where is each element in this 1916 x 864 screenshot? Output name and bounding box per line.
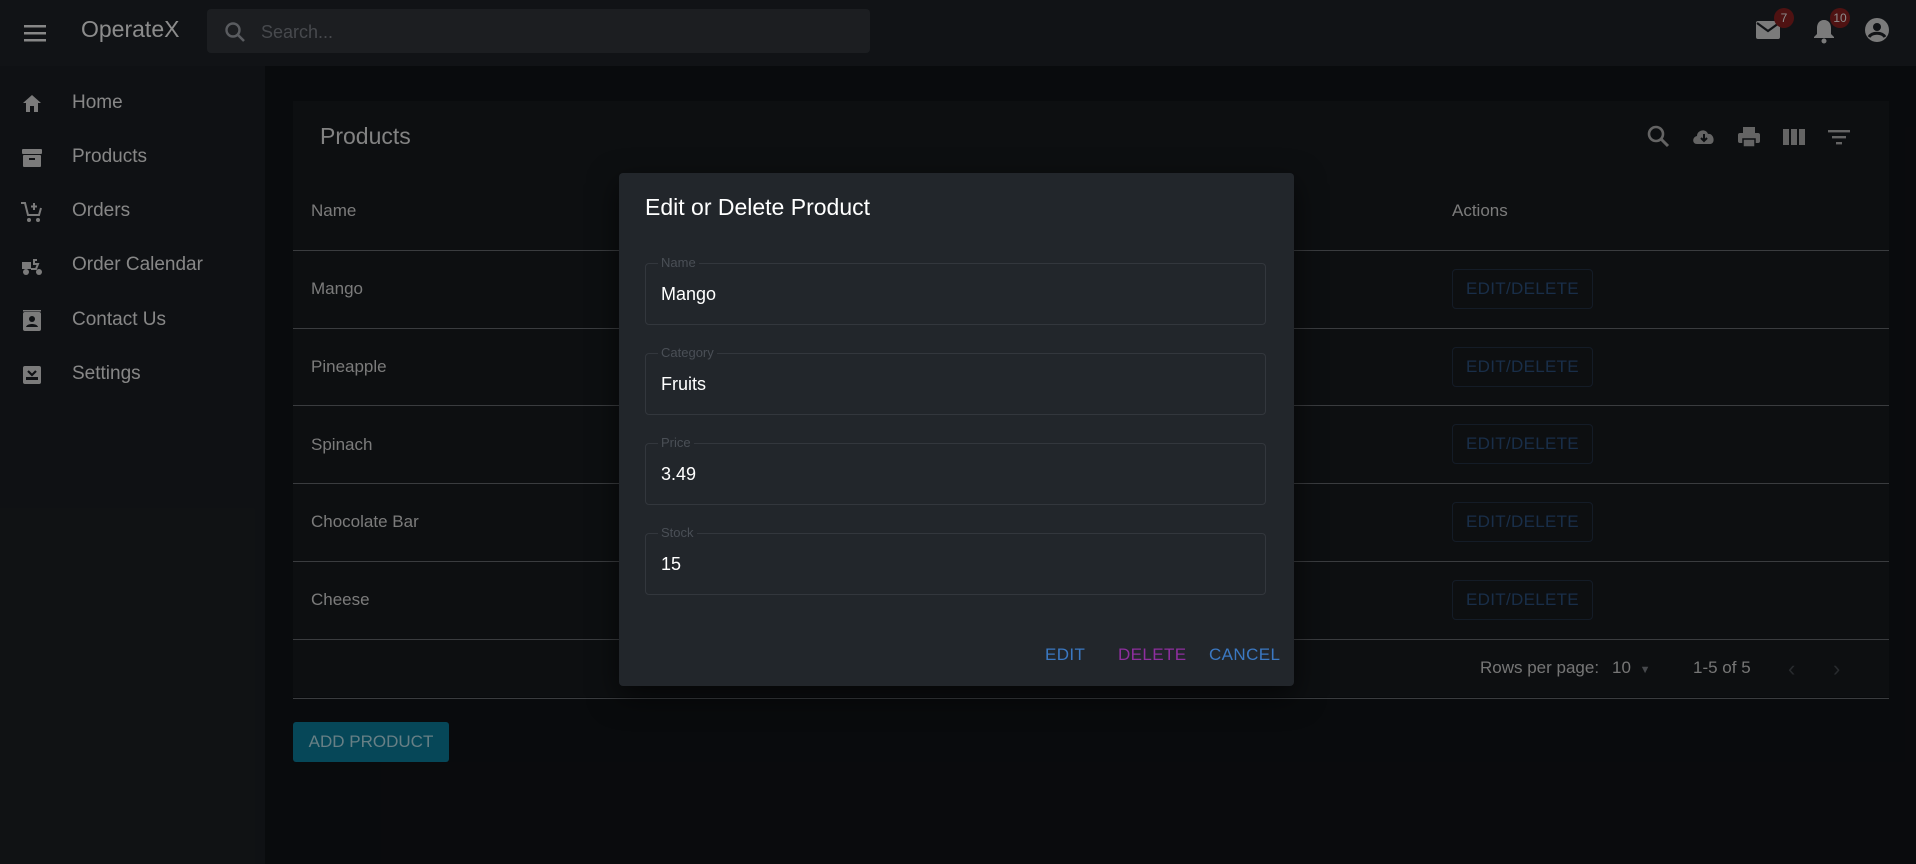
field-value: 3.49	[661, 464, 697, 484]
price-field[interactable]: Price 3.49	[645, 435, 1266, 505]
field-value: Mango	[661, 284, 717, 304]
field-value: 15	[661, 554, 682, 574]
delete-button[interactable]: DELETE	[1118, 645, 1187, 665]
edit-product-dialog: Edit or Delete Product Name Mango Catego…	[619, 173, 1294, 686]
field-label: Price	[658, 435, 694, 450]
field-label: Category	[658, 345, 717, 360]
category-field[interactable]: Category Fruits	[645, 345, 1266, 415]
cancel-button[interactable]: CANCEL	[1209, 645, 1280, 665]
field-label: Stock	[658, 525, 697, 540]
field-value: Fruits	[661, 374, 706, 394]
edit-button[interactable]: EDIT	[1045, 645, 1085, 665]
stock-field[interactable]: Stock 15	[645, 525, 1266, 595]
dialog-title: Edit or Delete Product	[645, 194, 871, 220]
name-field[interactable]: Name Mango	[645, 255, 1266, 325]
field-label: Name	[658, 255, 699, 270]
